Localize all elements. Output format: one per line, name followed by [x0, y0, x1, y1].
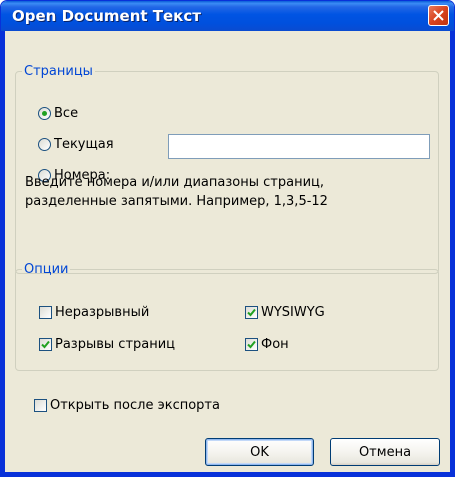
export-dialog: Open Document Текст Страницы Все Текущая… — [0, 0, 455, 477]
checkbox-open-after-export-box[interactable] — [34, 399, 47, 412]
hint-line-2: разделенные запятыми. Например, 1,3,5-12 — [25, 194, 328, 209]
cancel-button[interactable]: Отмена — [330, 438, 440, 466]
checkbox-wysiwyg-label: WYSIWYG — [261, 305, 325, 320]
checkbox-page-breaks-label: Разрывы страниц — [55, 337, 176, 352]
radio-all-indicator[interactable] — [38, 107, 51, 120]
window-frame-bottom — [1, 472, 454, 476]
radio-all-label: Все — [54, 106, 79, 121]
options-group-legend: Опции — [24, 262, 69, 277]
checkmark-icon — [247, 308, 256, 317]
ok-button[interactable]: OK — [205, 438, 314, 466]
checkbox-page-breaks-box[interactable] — [39, 338, 52, 351]
checkbox-background[interactable]: Фон — [245, 337, 289, 352]
title-bar[interactable]: Open Document Текст — [1, 1, 454, 31]
radio-current-label: Текущая — [54, 137, 114, 152]
pages-group-legend: Страницы — [24, 64, 93, 79]
radio-all[interactable]: Все — [38, 106, 78, 121]
checkbox-nonbreaking[interactable]: Неразрывный — [39, 305, 149, 320]
hint-line-1: Введите номера и/или диапазоны страниц, — [25, 175, 324, 190]
checkbox-open-after-export[interactable]: Открыть после экспорта — [34, 398, 220, 413]
radio-selected-dot — [42, 111, 47, 116]
checkbox-wysiwyg-box[interactable] — [245, 306, 258, 319]
checkbox-wysiwyg[interactable]: WYSIWYG — [245, 305, 325, 320]
checkbox-nonbreaking-label: Неразрывный — [55, 305, 150, 320]
page-range-hint: Введите номера и/или диапазоны страниц, … — [25, 173, 435, 211]
checkbox-background-box[interactable] — [245, 338, 258, 351]
radio-current-indicator[interactable] — [38, 138, 51, 151]
checkbox-open-after-export-label: Открыть после экспорта — [50, 398, 220, 413]
checkbox-nonbreaking-box[interactable] — [39, 306, 52, 319]
window-title: Open Document Текст — [12, 7, 201, 25]
page-range-input[interactable] — [168, 134, 430, 159]
window-frame-right — [450, 31, 454, 476]
checkbox-background-label: Фон — [261, 337, 289, 352]
checkmark-icon — [247, 340, 256, 349]
dialog-body: Страницы Все Текущая Номера: Введите ном… — [5, 31, 450, 472]
radio-current[interactable]: Текущая — [38, 137, 114, 152]
close-icon — [433, 10, 444, 21]
checkbox-page-breaks[interactable]: Разрывы страниц — [39, 337, 175, 352]
close-button[interactable] — [428, 5, 449, 26]
checkmark-icon — [41, 340, 50, 349]
